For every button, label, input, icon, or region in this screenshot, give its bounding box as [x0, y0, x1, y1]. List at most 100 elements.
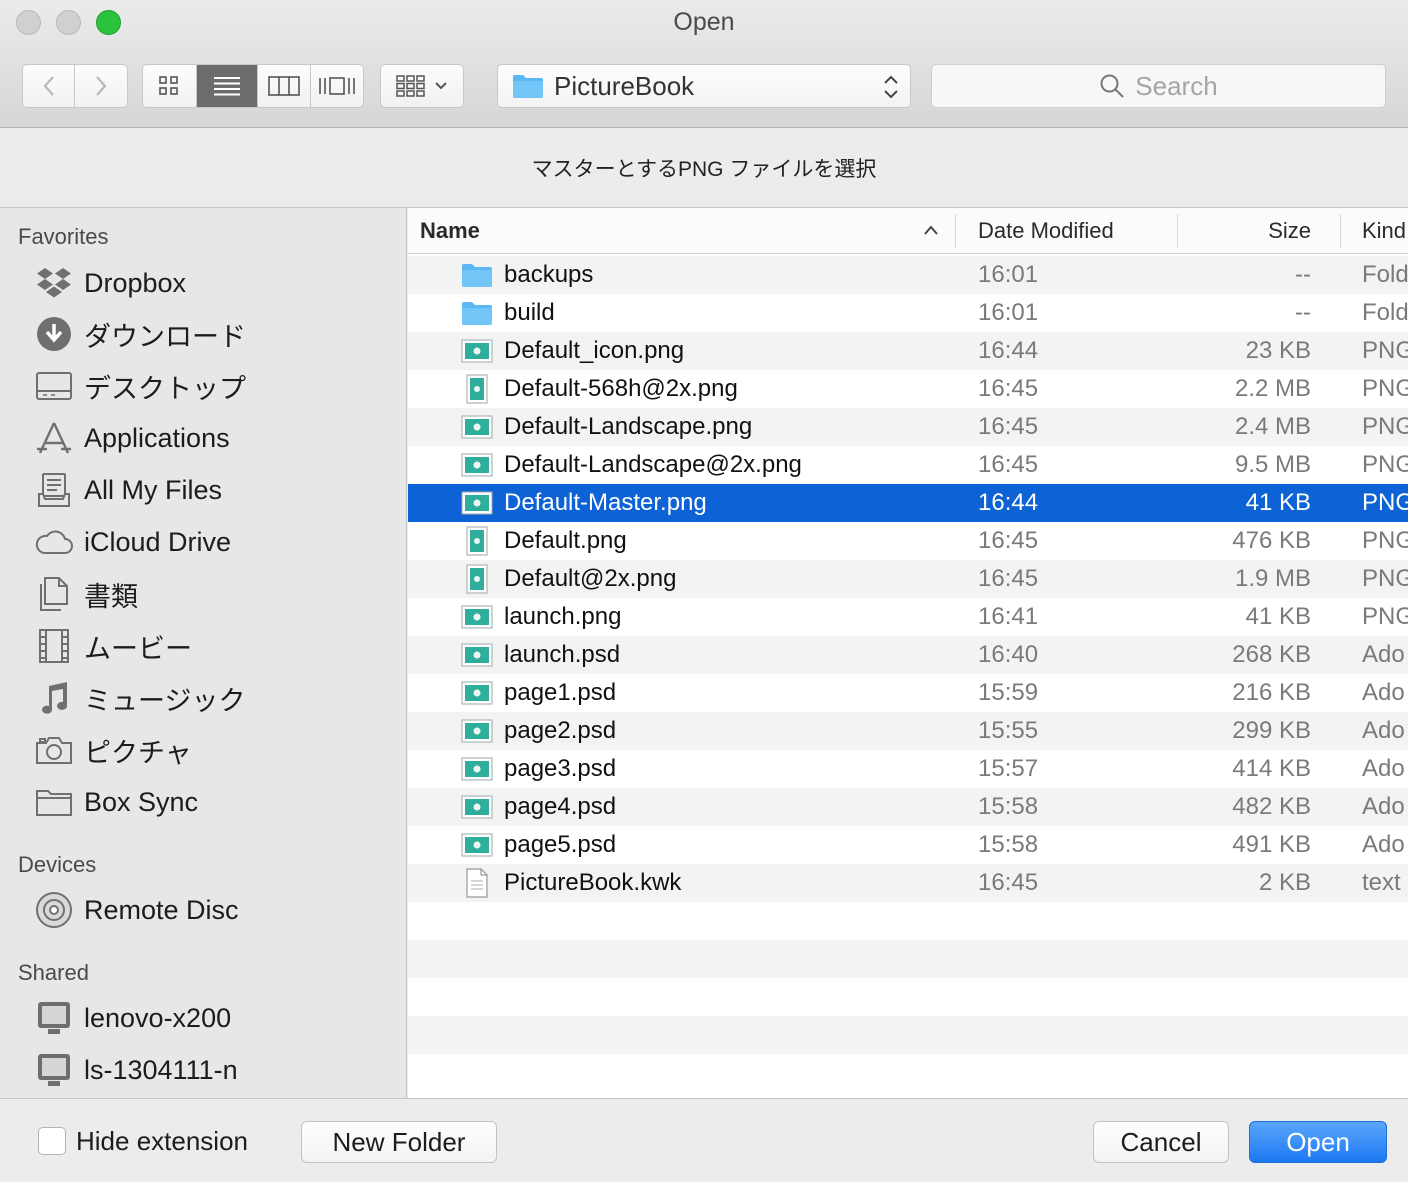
file-size: 9.5 MB	[1234, 451, 1311, 478]
file-row[interactable]: page2.psd 15:55 299 KB Ado	[408, 712, 1408, 750]
file-date-modified: 16:45	[978, 869, 1039, 896]
file-row[interactable]: Default.png 16:45 476 KB PNG	[408, 522, 1408, 560]
open-button[interactable]: Open	[1249, 1121, 1387, 1163]
image-portrait-icon	[460, 374, 494, 404]
sidebar-section-devices: Devices	[18, 852, 97, 877]
hide-extension-checkbox[interactable]	[38, 1127, 66, 1155]
downloads-icon	[37, 317, 71, 351]
file-date-modified: 16:40	[978, 641, 1039, 668]
search-placeholder: Search	[1135, 70, 1218, 101]
file-size: 299 KB	[1232, 717, 1311, 744]
window-title: Open	[673, 8, 735, 36]
sidebar-item-downloads[interactable]: ダウンロード	[34, 312, 246, 356]
file-kind: Ado	[1362, 679, 1405, 706]
list-icon	[213, 77, 240, 96]
file-row[interactable]: page1.psd 15:59 216 KB Ado	[408, 674, 1408, 712]
sidebar-item-dropbox[interactable]: Dropbox	[34, 261, 186, 305]
sidebar-item-label: iCloud Drive	[84, 526, 232, 557]
history-nav	[22, 64, 128, 108]
file-kind: PNG	[1362, 565, 1408, 592]
sidebar-item-lenovo-x200[interactable]: lenovo-x200	[34, 996, 231, 1040]
file-row[interactable]: backups 16:01 -- Fold	[408, 256, 1408, 294]
sidebar-item-pictures[interactable]: ピクチャ	[34, 728, 192, 772]
list-view-button[interactable]	[196, 65, 258, 107]
column-view-button[interactable]	[258, 65, 312, 107]
file-kind: text	[1362, 869, 1401, 896]
sidebar-item-music[interactable]: ミュージック	[34, 676, 245, 720]
file-row[interactable]: launch.png 16:41 41 KB PNG	[408, 598, 1408, 636]
dialog-footer: Hide extension New Folder Cancel Open	[0, 1098, 1408, 1182]
new-folder-button[interactable]: New Folder	[301, 1121, 497, 1163]
sidebar-item-documents[interactable]: 書類	[34, 572, 138, 616]
view-mode-selector	[142, 64, 364, 108]
file-kind: PNG	[1362, 451, 1408, 478]
file-size: 476 KB	[1232, 527, 1311, 554]
folder-icon	[513, 75, 543, 98]
sidebar-item-applications[interactable]: Applications	[34, 416, 230, 460]
file-row[interactable]: Default-Landscape.png 16:45 2.4 MB PNG	[408, 408, 1408, 446]
image-landscape-icon	[460, 336, 494, 366]
arrange-button[interactable]	[380, 64, 464, 108]
sidebar-item-label: lenovo-x200	[84, 1002, 232, 1033]
file-date-modified: 16:44	[978, 337, 1039, 364]
location-label: PictureBook	[554, 70, 695, 101]
icon-view-button[interactable]	[143, 65, 197, 107]
file-size: 1.9 MB	[1234, 565, 1311, 592]
cancel-button[interactable]: Cancel	[1093, 1121, 1229, 1163]
column-header-date-modified[interactable]: Date Modified	[978, 218, 1114, 244]
file-row[interactable]: PictureBook.kwk 16:45 2 KB text	[408, 864, 1408, 902]
cloud-icon	[35, 530, 73, 554]
empty-row	[408, 940, 1408, 978]
file-row[interactable]: build 16:01 -- Fold	[408, 294, 1408, 332]
empty-row	[408, 1054, 1408, 1092]
file-name: Default.png	[504, 527, 627, 554]
file-size: 268 KB	[1232, 641, 1311, 668]
sort-ascending-icon	[924, 225, 938, 235]
file-row[interactable]: Default_icon.png 16:44 23 KB PNG	[408, 332, 1408, 370]
file-row[interactable]: launch.psd 16:40 268 KB Ado	[408, 636, 1408, 674]
sidebar-item-remote-disc[interactable]: Remote Disc	[34, 888, 239, 932]
file-name: Default_icon.png	[504, 337, 685, 364]
file-name: page5.psd	[504, 831, 617, 858]
music-icon	[42, 682, 67, 714]
sidebar-item-label: ピクチャ	[84, 737, 192, 768]
file-row[interactable]: Default-Master.png 16:44 41 KB PNG	[408, 484, 1408, 522]
empty-row	[408, 978, 1408, 1016]
file-row[interactable]: page3.psd 15:57 414 KB Ado	[408, 750, 1408, 788]
forward-button[interactable]	[75, 65, 127, 107]
sidebar-item-movies[interactable]: ムービー	[34, 624, 192, 668]
computer-icon	[38, 1002, 70, 1034]
file-row[interactable]: Default-Landscape@2x.png 16:45 9.5 MB PNG	[408, 446, 1408, 484]
sidebar-item-desktop[interactable]: デスクトップ	[34, 364, 246, 408]
column-header-size[interactable]: Size	[1268, 218, 1311, 244]
arrange-grid-icon	[396, 75, 425, 97]
empty-row	[408, 902, 1408, 940]
applications-icon	[37, 422, 71, 454]
file-row[interactable]: Default@2x.png 16:45 1.9 MB PNG	[408, 560, 1408, 598]
folder-icon	[36, 790, 72, 816]
sidebar-item-box-sync[interactable]: Box Sync	[34, 780, 198, 824]
sidebar-item-label: 書類	[84, 581, 138, 612]
movies-icon	[39, 629, 69, 663]
file-size: 2.4 MB	[1234, 413, 1311, 440]
camera-icon	[36, 737, 72, 764]
sidebar-item-icloud-drive[interactable]: iCloud Drive	[34, 520, 231, 564]
disc-icon	[36, 892, 72, 928]
sidebar-item-label: ムービー	[84, 633, 192, 664]
file-row[interactable]: page4.psd 15:58 482 KB Ado	[408, 788, 1408, 826]
coverflow-view-button[interactable]	[311, 65, 363, 107]
file-row[interactable]: page5.psd 15:58 491 KB Ado	[408, 826, 1408, 864]
sidebar-item-all-my-files[interactable]: All My Files	[34, 468, 222, 512]
column-header-name[interactable]: Name	[420, 218, 480, 244]
back-button[interactable]	[23, 65, 76, 107]
column-header-kind[interactable]: Kind	[1362, 218, 1406, 244]
image-portrait-icon	[460, 526, 494, 556]
hide-extension-label[interactable]: Hide extension	[76, 1126, 248, 1157]
file-size: 414 KB	[1232, 755, 1311, 782]
search-field[interactable]: Search	[931, 64, 1386, 108]
sidebar-item-label: Applications	[84, 422, 230, 453]
sidebar-item-ls-1304111-n[interactable]: ls-1304111-n	[34, 1048, 238, 1092]
location-popup[interactable]: PictureBook	[497, 64, 911, 108]
file-row[interactable]: Default-568h@2x.png 16:45 2.2 MB PNG	[408, 370, 1408, 408]
sidebar-item-label: Dropbox	[84, 267, 187, 298]
